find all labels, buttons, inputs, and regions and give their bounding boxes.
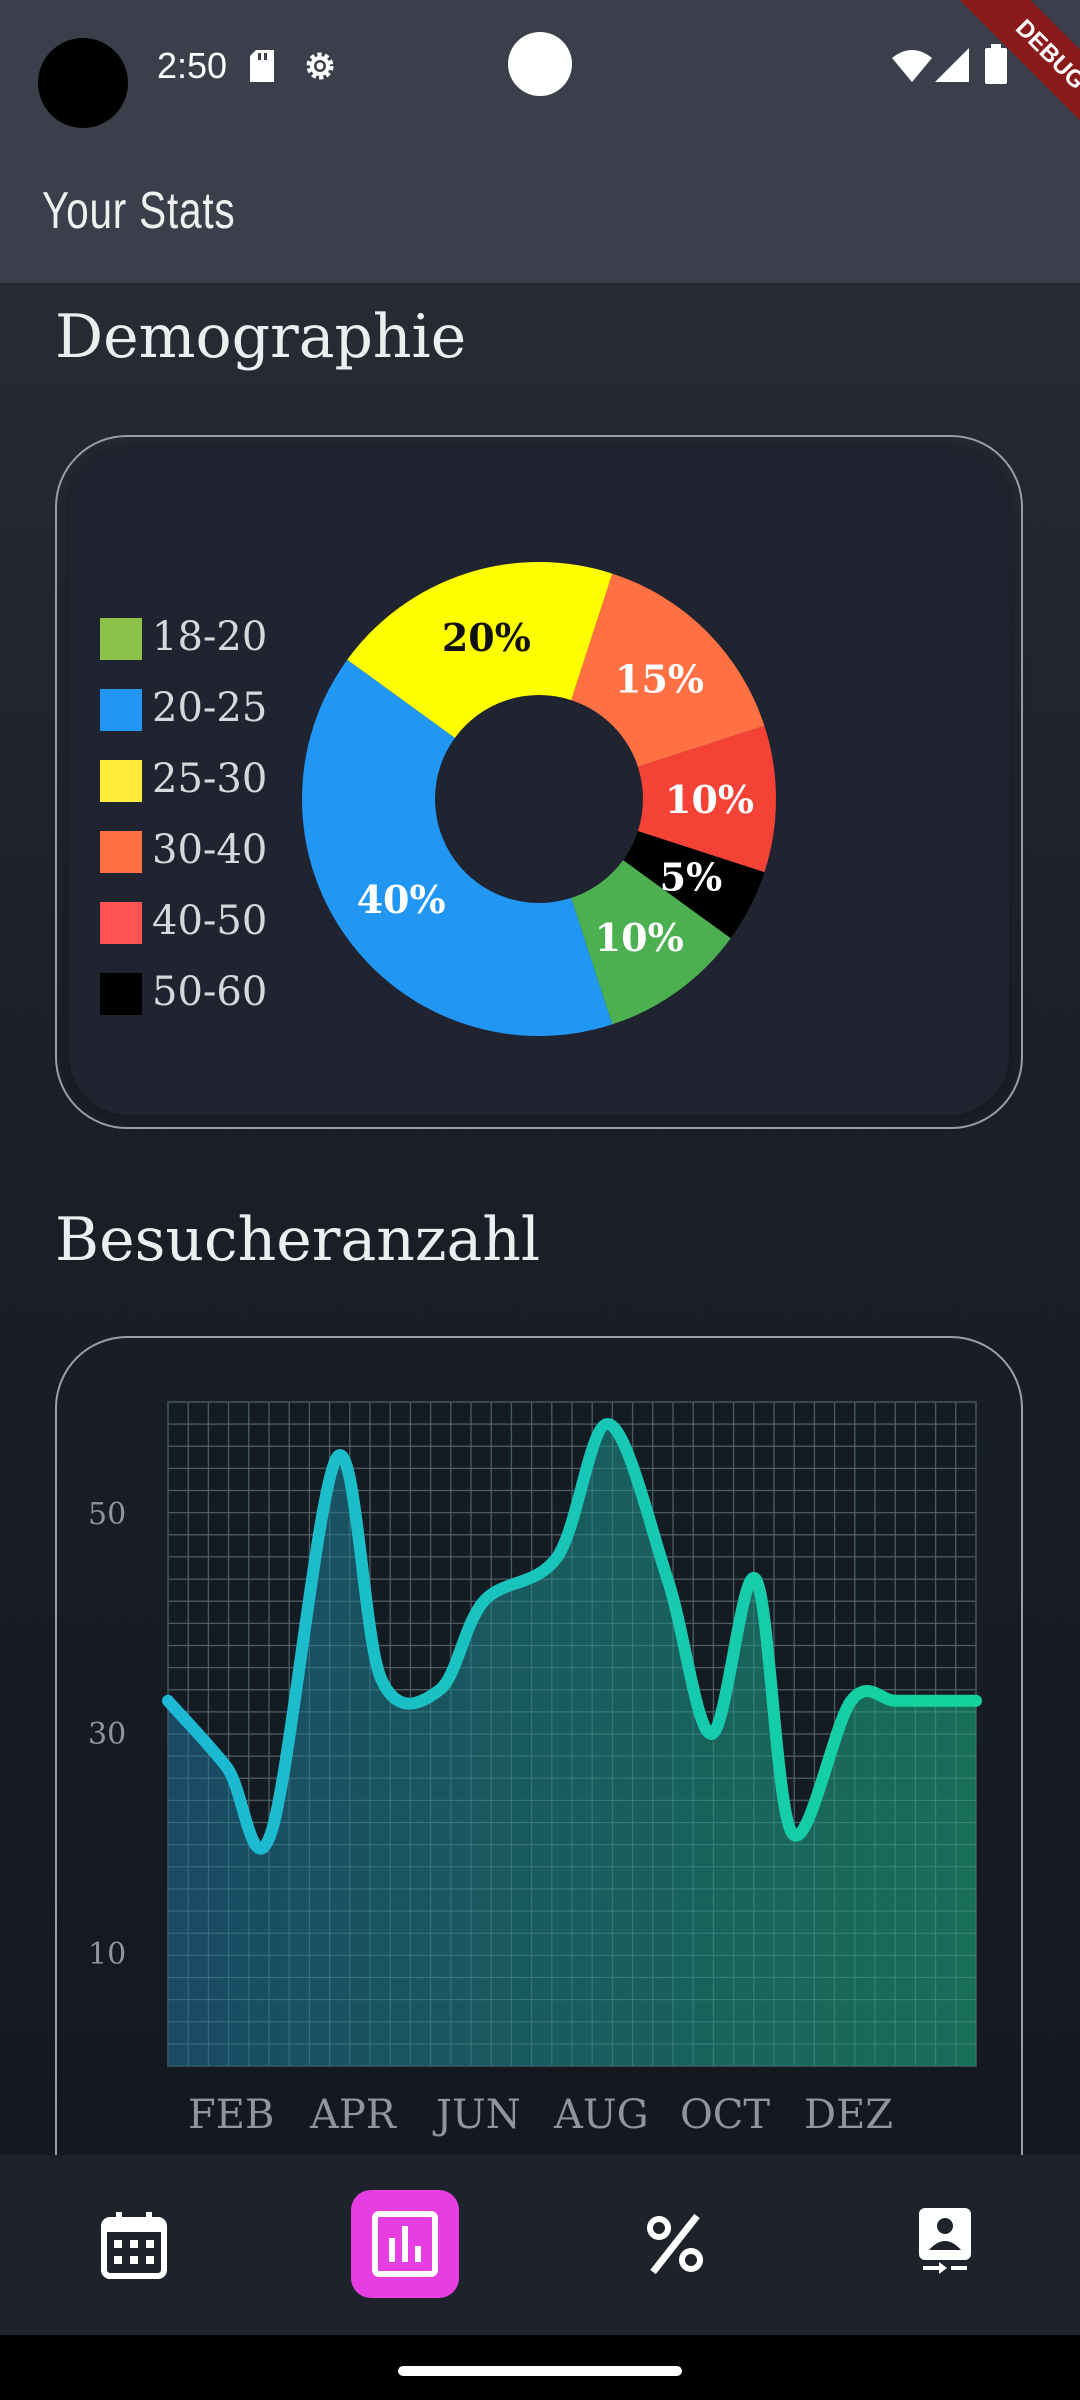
pie-slice-label: 15% [615,656,704,701]
legend-label: 25-30 [152,756,268,802]
battery-icon [985,44,1007,84]
sd-card-icon [250,50,274,82]
x-tick-label: JUN [436,2092,521,2138]
legend-label: 18-20 [152,614,268,660]
signal-icon [935,48,969,82]
legend-swatch [100,618,142,660]
legend-label: 20-25 [152,685,268,731]
pie-slice-label: 5% [660,854,723,899]
legend-swatch [100,689,142,731]
wifi-icon [892,50,932,82]
calendar-icon [101,2212,167,2279]
legend-swatch [100,760,142,802]
front-camera [508,32,572,96]
contact-transfer-icon [919,2208,971,2274]
y-tick-label: 50 [88,1497,127,1532]
home-indicator[interactable] [398,2366,682,2376]
legend-label: 40-50 [152,898,268,944]
visitors-title: Besucheranzahl [55,1205,541,1275]
percent-icon [647,2213,703,2275]
x-tick-label: APR [310,2092,396,2138]
legend-label: 50-60 [152,969,268,1015]
gear-icon [306,52,334,80]
pie-slice-label: 10% [665,777,754,822]
x-tick-label: AUG [554,2092,649,2138]
status-time: 2:50 [157,45,228,86]
camera-cutout [38,38,128,128]
chart-icon [372,2211,438,2277]
pie-slice-label: 40% [357,877,446,922]
nav-calendar-button[interactable] [80,2190,188,2298]
demographics-donut-chart: 15% 10% 5% 10% 40% 20% [302,562,776,1036]
legend-label: 30-40 [152,827,268,873]
y-tick-label: 30 [88,1717,127,1752]
page-title: Your Stats [42,182,236,240]
x-tick-label: FEB [188,2092,275,2138]
pie-slice-label: 20% [442,615,531,660]
legend-swatch [100,973,142,1015]
nav-discount-button[interactable] [621,2190,729,2298]
x-tick-label: DEZ [804,2092,894,2138]
demographics-title: Demographie [55,302,467,372]
x-tick-label: OCT [680,2092,771,2138]
y-tick-label: 10 [88,1937,127,1972]
pie-slice-label: 10% [595,915,684,960]
status-bar: 2:50 [0,0,1080,135]
app-bar: Your Stats [0,135,1080,283]
nav-contact-button[interactable] [891,2190,999,2298]
legend-swatch [100,902,142,944]
legend-swatch [100,831,142,873]
nav-stats-button[interactable] [351,2190,459,2298]
